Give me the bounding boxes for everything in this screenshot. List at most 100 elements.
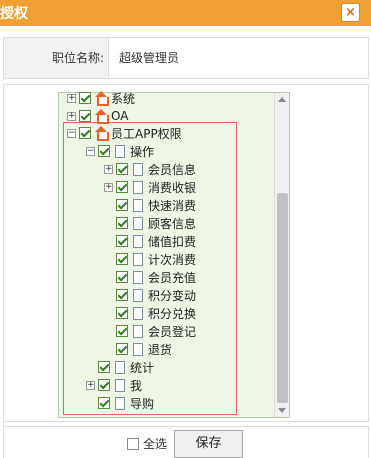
page-icon	[133, 270, 143, 284]
position-row: 职位名称: 超级管理员	[3, 37, 369, 79]
checkbox-checked[interactable]	[116, 163, 128, 175]
tree-node[interactable]: 会员充值	[104, 268, 196, 286]
checkbox-checked[interactable]	[98, 145, 110, 157]
tree-node-label: 系统	[111, 91, 136, 106]
tree-node-label: 退货	[148, 342, 173, 357]
tree-node[interactable]: − 操作	[86, 142, 154, 160]
select-all-control[interactable]: 全选	[127, 435, 167, 452]
page-icon	[133, 306, 143, 320]
select-all-checkbox[interactable]	[127, 437, 139, 450]
tree-node[interactable]: 顾客信息	[104, 214, 196, 232]
scroll-thumb[interactable]	[277, 193, 288, 403]
dialog-titlebar: 授权 ×	[0, 0, 371, 26]
tree-node-label: 操作	[130, 144, 155, 159]
checkbox-checked[interactable]	[116, 235, 128, 247]
tree-node-label: 积分变动	[148, 288, 197, 303]
tree-node-label: 快速消费	[148, 198, 197, 213]
expand-icon[interactable]: +	[67, 111, 76, 121]
tree-node-label: 会员信息	[148, 162, 197, 177]
house-icon	[94, 126, 109, 141]
tree-node-label: 导购	[130, 396, 155, 411]
checkbox-checked[interactable]	[98, 397, 110, 409]
page-icon	[133, 252, 143, 266]
tree-node[interactable]: − 员工APP权限	[67, 124, 182, 142]
expand-icon[interactable]: +	[104, 182, 113, 192]
tree-node[interactable]: + 会员信息	[104, 160, 196, 178]
tree-node[interactable]: + OA	[67, 107, 128, 125]
tree-node[interactable]: 会员登记	[104, 322, 196, 340]
house-icon	[94, 91, 109, 106]
tree-node-label: 员工APP权限	[111, 126, 182, 141]
checkbox-checked[interactable]	[116, 253, 128, 265]
tree-node-label: 我	[130, 378, 143, 393]
page-icon	[133, 180, 143, 194]
checkbox-checked[interactable]	[79, 110, 91, 122]
checkbox-checked[interactable]	[98, 361, 110, 373]
checkbox-checked[interactable]	[79, 127, 91, 139]
checkbox-checked[interactable]	[116, 271, 128, 283]
dialog-title: 授权	[0, 6, 28, 22]
page-icon	[133, 342, 143, 356]
tree-node-label: 积分兑换	[148, 306, 197, 321]
tree-node[interactable]: + 消费收银	[104, 178, 196, 196]
expand-icon[interactable]: +	[86, 380, 95, 390]
checkbox-checked[interactable]	[116, 217, 128, 229]
position-value: 超级管理员	[119, 51, 180, 65]
tree-node[interactable]: 积分变动	[104, 286, 196, 304]
tree-node-label: 统计	[130, 360, 155, 375]
position-label: 职位名称:	[4, 38, 109, 78]
page-icon	[115, 360, 125, 374]
tree-node[interactable]: 储值扣费	[104, 232, 196, 250]
tree-node[interactable]: + 我	[86, 376, 142, 394]
scroll-up-arrow-icon[interactable]	[278, 97, 286, 102]
tree-node-label: 顾客信息	[148, 216, 197, 231]
tree-node[interactable]: 退货	[104, 340, 172, 358]
tree-node[interactable]: 统计	[86, 358, 154, 376]
tree-node[interactable]: 导购	[86, 394, 154, 412]
checkbox-checked[interactable]	[116, 199, 128, 211]
tree-node-label: 消费收银	[148, 180, 197, 195]
save-button[interactable]: 保存	[174, 430, 243, 458]
page-icon	[133, 288, 143, 302]
tree-node[interactable]: 积分兑换	[104, 304, 196, 322]
checkbox-checked[interactable]	[116, 325, 128, 337]
tree-node[interactable]: 快速消费	[104, 196, 196, 214]
page-icon	[133, 234, 143, 248]
collapse-icon[interactable]: −	[67, 128, 76, 138]
close-button[interactable]: ×	[341, 3, 360, 22]
tree-node-label: OA	[111, 109, 129, 123]
page-icon	[133, 162, 143, 176]
checkbox-checked[interactable]	[116, 289, 128, 301]
checkbox-checked[interactable]	[116, 181, 128, 193]
tree-scrollbar[interactable]	[274, 93, 289, 417]
tree-node-label: 会员充值	[148, 270, 197, 285]
scroll-down-arrow-icon[interactable]	[278, 408, 286, 413]
select-all-label: 全选	[143, 437, 168, 451]
page-icon	[133, 198, 143, 212]
checkbox-checked[interactable]	[116, 343, 128, 355]
checkbox-checked[interactable]	[116, 307, 128, 319]
page-icon	[115, 396, 125, 410]
tree-node-label: 储值扣费	[148, 234, 197, 249]
checkbox-checked[interactable]	[79, 92, 91, 104]
expand-icon[interactable]: +	[104, 164, 113, 174]
checkbox-checked[interactable]	[98, 379, 110, 391]
page-icon	[115, 378, 125, 392]
page-icon	[133, 216, 143, 230]
collapse-icon[interactable]: −	[86, 146, 95, 156]
tree-node[interactable]: + 系统	[67, 89, 135, 107]
tree-node[interactable]: 计次消费	[104, 250, 196, 268]
tree-node-label: 计次消费	[148, 252, 197, 267]
expand-icon[interactable]: +	[67, 93, 76, 103]
